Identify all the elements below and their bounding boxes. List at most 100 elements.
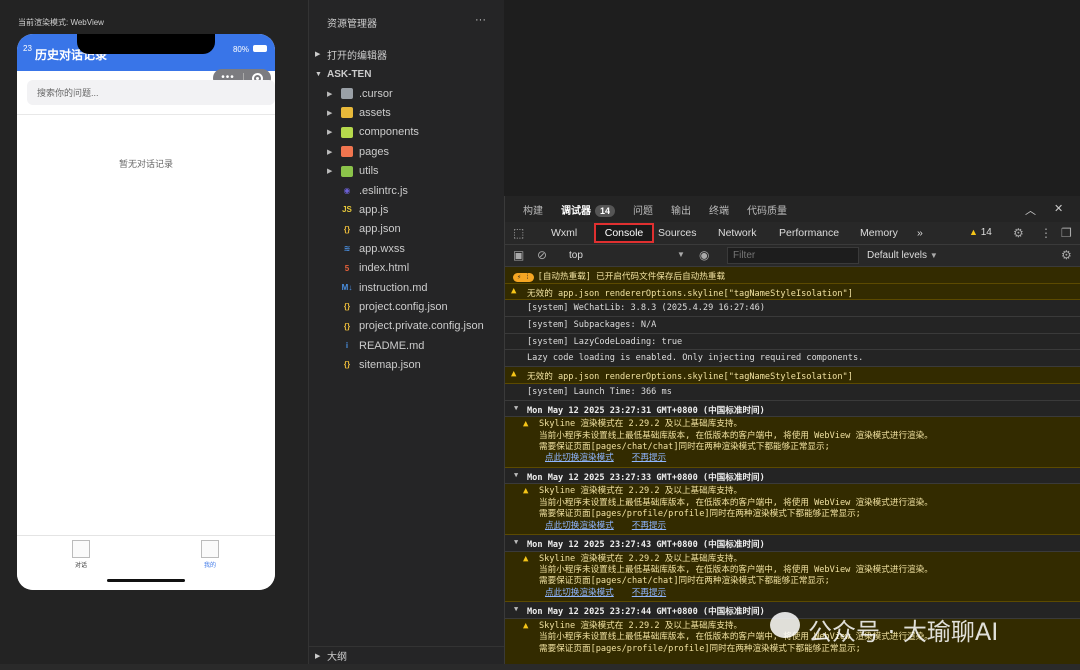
dismiss-link[interactable]: 不再提示 xyxy=(632,588,666,598)
panel-tabs: ⬚ Wxml Console Sources Network Performan… xyxy=(505,222,1080,245)
filter-input[interactable] xyxy=(727,247,859,264)
tree-item[interactable]: ▶ components xyxy=(309,123,504,142)
tree-item[interactable]: ▶ utils xyxy=(309,162,504,181)
log-row: ▲ 无效的 app.json rendererOptions.skyline["t… xyxy=(505,367,1080,384)
switch-render-mode-link[interactable]: 点此切换渲染模式 xyxy=(545,588,614,598)
json-icon: {} xyxy=(343,321,351,331)
tab-debugger[interactable]: 调试器 14 xyxy=(561,202,616,217)
tree-item-label: pages xyxy=(359,145,389,158)
more-tabs-icon[interactable]: » xyxy=(917,227,923,239)
navigation-bar: 23 历史对话记录 80% xyxy=(17,34,275,71)
markdown-icon: M↓ xyxy=(341,282,353,292)
tree-item[interactable]: {} sitemap.json xyxy=(309,355,504,374)
explorer-title: 资源管理器 xyxy=(327,18,377,30)
clear-console-icon[interactable]: ⊘ xyxy=(537,248,547,262)
log-levels-dropdown[interactable]: Default levels ▼ xyxy=(867,250,938,261)
folder-icon xyxy=(341,88,353,99)
tab-output[interactable]: 输出 xyxy=(671,202,691,217)
tree-item[interactable]: ▶ .cursor xyxy=(309,84,504,103)
tab-chat-icon xyxy=(72,540,90,558)
tab-sources[interactable]: Sources xyxy=(658,227,697,239)
tab-code-quality[interactable]: 代码质量 xyxy=(747,202,787,217)
warning-icon: ▲ xyxy=(523,419,529,430)
context-selector[interactable]: top xyxy=(569,250,583,261)
log-row: [system] LazyCodeLoading: true xyxy=(505,334,1080,351)
warning-line: Skyline 渲染模式在 2.29.2 及以上基础库支持。 xyxy=(539,419,743,430)
warning-links: 点此切换渲染模式 不再提示 xyxy=(539,521,1080,532)
more-actions-icon[interactable]: ··· xyxy=(475,14,486,26)
outline-section[interactable]: ▶ 大纲 xyxy=(309,646,505,664)
tab-memory[interactable]: Memory xyxy=(860,227,898,239)
json-icon: {} xyxy=(343,302,351,312)
log-row: ▲ 无效的 app.json rendererOptions.skyline["t… xyxy=(505,283,1080,301)
log-text: 无效的 app.json rendererOptions.skyline["ta… xyxy=(527,372,853,383)
watermark: 公众号 · 大瑜聊AI xyxy=(808,618,999,646)
log-group-header[interactable]: ▼ Mon May 12 2025 23:27:43 GMT+0800 (中国标准… xyxy=(505,535,1080,552)
more-vertical-icon[interactable]: ⋮ xyxy=(1040,226,1052,240)
status-bar xyxy=(0,664,1080,670)
tab-terminal[interactable]: 终端 xyxy=(709,202,729,217)
tree-item[interactable]: 5 index.html xyxy=(309,259,504,278)
eslint-icon: ◉ xyxy=(343,185,351,195)
sidebar-toggle-icon[interactable]: ▣ xyxy=(513,248,524,262)
chevron-down-icon: ▼ xyxy=(514,470,519,479)
tree-item[interactable]: ◉ .eslintrc.js xyxy=(309,181,504,200)
log-text: [system] WeChatLib: 3.8.3 (2025.4.29 16:… xyxy=(527,303,765,314)
close-icon[interactable]: ✕ xyxy=(1054,202,1063,215)
dismiss-link[interactable]: 不再提示 xyxy=(632,521,666,531)
folder-icon xyxy=(341,165,353,177)
eye-icon[interactable]: ◉ xyxy=(699,248,709,262)
switch-render-mode-link[interactable]: 点此切换渲染模式 xyxy=(545,453,614,463)
chevron-right-icon: ▶ xyxy=(327,110,333,118)
console-settings-icon[interactable]: ⚙ xyxy=(1061,248,1072,262)
tree-item-label: project.config.json xyxy=(359,300,448,313)
log-group-header[interactable]: ▼ Mon May 12 2025 23:27:33 GMT+0800 (中国标准… xyxy=(505,468,1080,485)
tab-console[interactable]: Console xyxy=(594,223,654,243)
log-row: [system] Subpackages: N/A xyxy=(505,317,1080,334)
tree-item[interactable]: ▶ pages xyxy=(309,142,504,161)
search-input[interactable] xyxy=(27,80,275,105)
tab-profile-icon xyxy=(201,540,219,558)
tab-profile[interactable]: 我的 xyxy=(190,540,230,569)
tree-item[interactable]: {} app.json xyxy=(309,220,504,239)
warning-links: 点此切换渲染模式 不再提示 xyxy=(539,588,1080,599)
tab-performance[interactable]: Performance xyxy=(779,227,839,239)
tab-problems[interactable]: 问题 xyxy=(633,202,653,217)
status-time: 23 xyxy=(23,44,32,53)
tree-item[interactable]: {} project.private.config.json xyxy=(309,317,504,336)
project-root[interactable]: ▼ ASK-TEN xyxy=(309,64,504,84)
tree-item[interactable]: JS app.js xyxy=(309,200,504,219)
settings-gear-icon[interactable]: ⚙ xyxy=(1013,226,1024,240)
home-indicator xyxy=(107,579,185,582)
tree-item[interactable]: {} project.config.json xyxy=(309,297,504,316)
tab-profile-label: 我的 xyxy=(203,563,216,569)
explorer-panel: 资源管理器 ··· ▶ 打开的编辑器 ▼ ASK-TEN ▶ .cursor ▶ as… xyxy=(308,0,505,670)
switch-render-mode-link[interactable]: 点此切换渲染模式 xyxy=(545,521,614,531)
inspect-element-icon[interactable]: ⬚ xyxy=(513,226,524,240)
tree-item[interactable]: ▶ assets xyxy=(309,103,504,122)
console-log: ⚡ ⁞ [自动热重载] 已开启代码文件保存后自动热重载 ▲ 无效的 app.json … xyxy=(505,267,1080,670)
phone-screen: 23 历史对话记录 80% ••• 暂无对话记录 对话 xyxy=(17,34,275,590)
tree-item[interactable]: ≋ app.wxss xyxy=(309,239,504,258)
tab-wxml[interactable]: Wxml xyxy=(551,227,577,239)
warning-icon: ▲ xyxy=(969,227,978,237)
warning-links: 点此切换渲染模式 不再提示 xyxy=(539,453,1080,464)
outline-label: 大纲 xyxy=(327,652,347,663)
css-icon: ≋ xyxy=(343,244,351,254)
dismiss-link[interactable]: 不再提示 xyxy=(632,453,666,463)
warning-line: Skyline 渲染模式在 2.29.2 及以上基础库支持。 xyxy=(539,486,743,497)
tree-item[interactable]: M↓ instruction.md xyxy=(309,278,504,297)
log-group-header[interactable]: ▼ Mon May 12 2025 23:27:31 GMT+0800 (中国标准… xyxy=(505,401,1080,418)
folder-icon xyxy=(341,126,353,138)
log-text: Lazy code loading is enabled. Only injec… xyxy=(527,353,864,364)
info-icon: i xyxy=(345,341,349,351)
warning-count[interactable]: ▲ 14 xyxy=(969,227,992,238)
tab-build[interactable]: 构建 xyxy=(523,202,543,217)
open-editors-section[interactable]: ▶ 打开的编辑器 xyxy=(309,44,504,64)
tab-network[interactable]: Network xyxy=(718,227,757,239)
dock-icon[interactable]: ❐ xyxy=(1061,226,1072,240)
collapse-icon[interactable]: ︿ xyxy=(1025,202,1036,218)
warning-icon: ▲ xyxy=(523,553,529,564)
tree-item[interactable]: i README.md xyxy=(309,336,504,355)
tab-chat[interactable]: 对话 xyxy=(61,540,101,569)
